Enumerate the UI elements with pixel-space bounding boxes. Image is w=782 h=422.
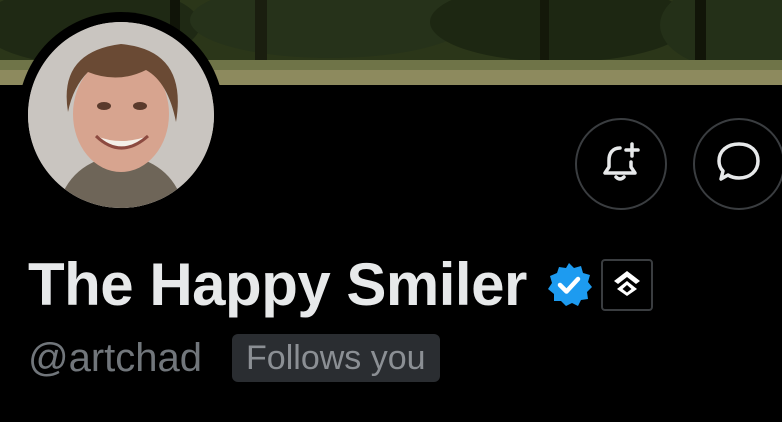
affiliate-logo-icon [611, 267, 643, 304]
follows-you-badge: Follows you [232, 334, 440, 382]
affiliate-badge[interactable] [600, 259, 653, 311]
name-row: The Happy Smiler [28, 250, 653, 320]
display-name: The Happy Smiler [28, 251, 527, 318]
handle-row: @artchad Follows you [28, 334, 440, 382]
message-button[interactable] [693, 118, 782, 210]
bell-plus-icon [599, 140, 643, 189]
chat-bubble-icon [715, 138, 763, 191]
notify-button[interactable] [575, 118, 667, 210]
verified-badge-icon[interactable] [527, 261, 593, 309]
avatar-photo [28, 22, 214, 208]
profile-avatar[interactable] [18, 12, 224, 218]
profile-handle: @artchad [28, 336, 203, 380]
